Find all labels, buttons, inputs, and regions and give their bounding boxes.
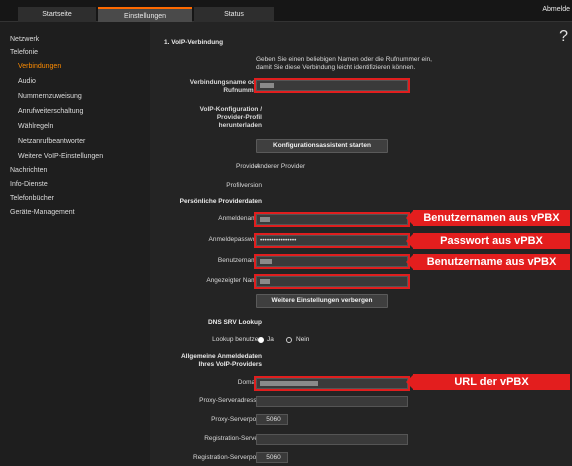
provider-value: Anderer Provider <box>256 163 306 170</box>
highlight-box <box>254 78 410 93</box>
registration-server-label: Registration-Server: <box>204 435 262 442</box>
intro-text-2: damit Sie diese Verbindung leicht identi… <box>256 64 416 71</box>
registration-port-field[interactable]: 5060 <box>256 452 288 463</box>
intro-text-1: Geben Sie einen beliebigen Namen oder di… <box>256 56 432 63</box>
lookup-label: Lookup benutzen <box>212 336 262 343</box>
annotation-url: URL der vPBX <box>413 374 570 390</box>
tab-startseite[interactable]: Startseite <box>18 7 96 22</box>
tab-status[interactable]: Status <box>194 7 274 22</box>
voip-config-label-3: herunterladen <box>218 122 262 129</box>
config-wizard-button[interactable]: Konfigurationsassistent starten <box>256 139 388 153</box>
logout-link[interactable]: Abmelde <box>542 6 570 13</box>
login-password-label: Anmeldepasswort: <box>208 236 262 243</box>
connection-name-label-1: Verbindungsname oder <box>189 79 262 86</box>
highlight-box <box>254 274 410 289</box>
sidebar-item-weitere-voip[interactable]: Weitere VoIP-Einstellungen <box>18 153 103 160</box>
annotation-password: Passwort aus vPBX <box>413 233 570 249</box>
sidebar-item-waehlregeln[interactable]: Wählregeln <box>18 123 53 130</box>
radio-yes-label: Ja <box>267 336 274 343</box>
section-general-login-2: Ihres VoIP-Providers <box>198 361 262 368</box>
annotation-username: Benutzernamen aus vPBX <box>413 210 570 226</box>
section-voip-connection: 1. VoIP-Verbindung <box>164 39 224 46</box>
sidebar-item-verbindungen[interactable]: Verbindungen <box>18 63 61 70</box>
top-navigation: Startseite Einstellungen Status Abmelde <box>0 0 572 22</box>
annotation-benutzername: Benutzername aus vPBX <box>413 254 570 270</box>
login-name-label: Anmeldename: <box>218 215 262 222</box>
profile-version-label: Profilversion <box>226 182 262 189</box>
more-settings-button[interactable]: Weitere Einstellungen verbergen <box>256 294 388 308</box>
sidebar-item-geraete-management[interactable]: Geräte-Management <box>10 209 75 216</box>
highlight-box <box>254 233 410 248</box>
sidebar-item-netzwerk[interactable]: Netzwerk <box>10 36 39 43</box>
connection-name-label-2: Rufnummer: <box>223 87 262 94</box>
section-dns-srv: DNS SRV Lookup <box>207 319 262 326</box>
sidebar-item-anrufweiterschaltung[interactable]: Anrufweiterschaltung <box>18 108 83 115</box>
sidebar-item-telefonie[interactable]: Telefonie <box>10 49 38 56</box>
proxy-address-label: Proxy-Serveradresse: <box>199 397 262 404</box>
proxy-address-field[interactable] <box>256 396 408 407</box>
highlight-box <box>254 212 410 227</box>
radio-yes[interactable] <box>258 337 264 343</box>
sidebar: Netzwerk Telefonie Verbindungen Audio Nu… <box>0 22 150 466</box>
help-icon[interactable]: ? <box>559 28 568 46</box>
display-name-label: Angezeigter Name: <box>206 277 262 284</box>
section-general-login-1: Allgemeine Anmeldedaten <box>180 353 262 360</box>
sidebar-item-telefonbuecher[interactable]: Telefonbücher <box>10 195 54 202</box>
section-personal-data: Persönliche Providerdaten <box>179 198 262 205</box>
sidebar-item-audio[interactable]: Audio <box>18 78 36 85</box>
sidebar-item-info-dienste[interactable]: Info-Dienste <box>10 181 48 188</box>
voip-config-label-1: VoIP-Konfiguration / <box>199 106 262 113</box>
provider-label: Provider: <box>235 163 262 170</box>
sidebar-item-netzanrufbeantworter[interactable]: Netzanrufbeantworter <box>18 138 85 145</box>
radio-no[interactable] <box>286 337 292 343</box>
proxy-port-label: Proxy-Serverport: <box>211 416 262 423</box>
domain-label: Domain: <box>237 379 262 386</box>
highlight-box <box>254 254 410 269</box>
voip-config-label-2: Provider-Profil <box>216 114 262 121</box>
username-label: Benutzername: <box>217 257 262 264</box>
sidebar-item-nummernzuweisung[interactable]: Nummernzuweisung <box>18 93 82 100</box>
radio-no-label: Nein <box>296 336 310 343</box>
tab-einstellungen[interactable]: Einstellungen <box>98 7 192 22</box>
registration-server-field[interactable] <box>256 434 408 445</box>
proxy-port-field[interactable]: 5060 <box>256 414 288 425</box>
highlight-box <box>254 376 410 391</box>
sidebar-item-nachrichten[interactable]: Nachrichten <box>10 167 47 174</box>
registration-port-label: Registration-Serverport: <box>193 454 262 461</box>
